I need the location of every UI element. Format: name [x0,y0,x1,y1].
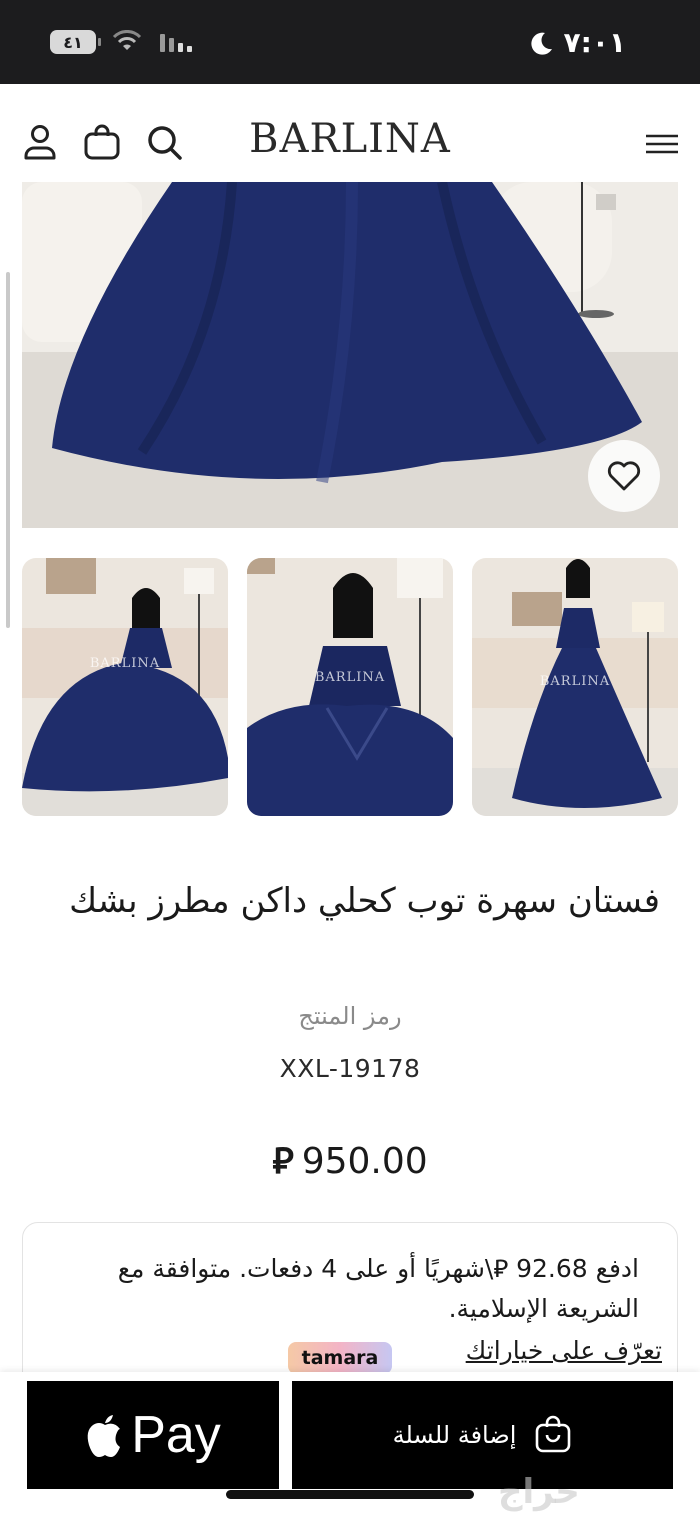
clock: ٧:٠١ [563,26,626,59]
wifi-icon [112,30,142,50]
price-value: 950.00 [301,1141,428,1182]
battery-level: ٤١ [63,32,83,52]
heart-icon [607,461,641,491]
home-indicator[interactable] [226,1490,474,1499]
sku-label: رمز المنتج [298,1002,402,1030]
menu-icon[interactable] [642,122,682,162]
signal-icon [160,34,192,52]
tamara-badge: tamara [288,1342,392,1374]
thumbnail-gallery: BARLINA BARLINA BARLINA [22,558,678,816]
scroll-indicator[interactable] [6,272,10,628]
moon-icon [530,32,552,55]
product-title: فستان سهرة توب كحلي داكن مطرز بشك [69,881,660,921]
add-to-cart-button[interactable]: إضافة للسلة [292,1381,673,1489]
currency-icon: ⃁ [272,1141,294,1182]
sku-value: XXL-19178 [279,1054,421,1083]
apple-icon [87,1415,121,1457]
favorite-button[interactable] [588,440,660,512]
bag-icon[interactable] [82,122,122,162]
brand-logo[interactable]: BARLINA [240,116,460,162]
battery-icon: ٤١ [50,30,101,54]
user-icon[interactable] [20,122,60,162]
search-icon[interactable] [144,122,184,162]
product-main-image[interactable] [22,182,678,528]
thumbnail-image[interactable]: BARLINA [472,558,678,816]
thumbnail-watermark: BARLINA [314,670,386,685]
apple-pay-label: Pay [131,1406,221,1464]
installment-options-link[interactable]: تعرّف على خياراتك [466,1336,662,1365]
add-to-cart-label: إضافة للسلة [392,1421,517,1449]
thumbnail-watermark: BARLINA [89,656,161,671]
status-bar: ٤١ ٧:٠١ [0,0,700,84]
haraj-watermark: حراج [498,1472,580,1512]
apple-pay-button[interactable]: Pay [27,1381,279,1489]
product-price: ⃁ 950.00 [0,1136,700,1183]
thumbnail-image[interactable]: BARLINA [22,558,228,816]
thumbnail-image[interactable]: BARLINA [247,558,453,816]
thumbnail-watermark: BARLINA [539,674,611,689]
bag-icon [536,1415,571,1453]
installment-text: ادفع 92.68 ⃁\شهريًا أو على 4 دفعات. متوا… [117,1254,639,1323]
